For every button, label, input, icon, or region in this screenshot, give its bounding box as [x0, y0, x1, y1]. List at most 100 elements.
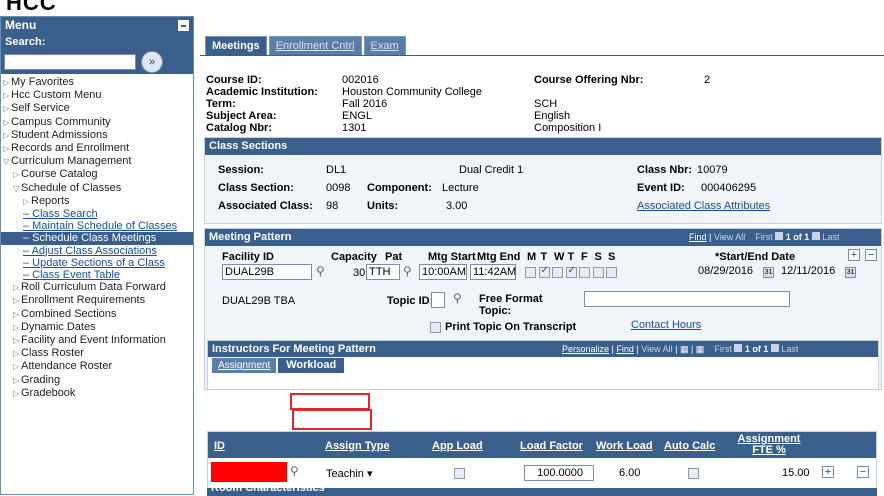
auto-calc-checkbox[interactable]	[688, 468, 699, 479]
institution-value: Houston Community College	[342, 86, 483, 98]
sidebar-item[interactable]: ▷ Enrollment Requirements	[1, 294, 193, 307]
sidebar-menu: Menu Search: » ▷ My Favorites ▷ Hcc Custom …	[0, 16, 194, 495]
sidebar-item[interactable]: ▽ Schedule of Classes	[1, 182, 193, 195]
sidebar-item[interactable]: ▷ Reports	[1, 195, 193, 208]
day-checkbox[interactable]	[592, 267, 604, 278]
sidebar-item[interactable]: – Class Event Table	[1, 269, 193, 281]
sidebar-item[interactable]: – Update Sections of a Class	[1, 257, 193, 269]
start-date-input[interactable]: 08/29/2016	[696, 264, 760, 280]
class-section-label: Class Section:	[218, 182, 294, 194]
day-checkbox[interactable]	[606, 267, 617, 278]
sidebar-item[interactable]: ▷ Records and Enrollment	[1, 142, 193, 155]
instructors-personalize-link[interactable]: Personalize	[562, 344, 609, 354]
sidebar-item[interactable]: ▷ Dynamic Dates	[1, 321, 193, 334]
instructors-find-link[interactable]: Find	[616, 344, 634, 354]
sidebar-item[interactable]: – Schedule Class Meetings	[1, 232, 193, 245]
capacity-label: Capacity	[331, 251, 377, 263]
facility-lookup-icon[interactable]: ⚲	[316, 264, 325, 278]
chevron-down-icon: ▾	[366, 468, 373, 480]
load-factor-input[interactable]: 100.0000	[524, 465, 594, 481]
menu-search-input[interactable]	[4, 54, 136, 70]
minimize-icon[interactable]	[178, 20, 189, 31]
term-label: Term:	[206, 98, 236, 110]
sidebar-item[interactable]: ▷ Facility and Event Information	[1, 334, 193, 347]
pattern-input[interactable]: TTH	[366, 264, 400, 280]
contact-hours-link[interactable]: Contact Hours	[631, 319, 701, 331]
instructors-grid-icon[interactable]: ▦	[696, 344, 705, 354]
col-assign-type[interactable]: Assign Type	[325, 440, 390, 452]
assignment-fte-value: 15.00	[782, 467, 810, 479]
meeting-find-link[interactable]: Find	[689, 232, 707, 242]
delete-instructor-icon[interactable]: −	[857, 466, 869, 478]
assign-type-select[interactable]: Teachin ▾	[326, 467, 373, 480]
col-load-factor[interactable]: Load Factor	[520, 440, 583, 452]
pattern-lookup-icon[interactable]: ⚲	[403, 264, 412, 278]
instructor-lookup-icon[interactable]: ⚲	[290, 464, 299, 478]
menu-title: Menu	[5, 18, 37, 32]
subject-label: Subject Area:	[206, 110, 277, 122]
units-value: 3.00	[446, 200, 468, 212]
instructors-view-all-link[interactable]: View All	[641, 344, 672, 354]
col-id[interactable]: ID	[214, 440, 225, 452]
mtg-end-input[interactable]: 11:42AM	[470, 264, 516, 280]
meeting-next-icon[interactable]	[811, 232, 820, 240]
col-work-load[interactable]: Work Load	[596, 440, 653, 452]
col-app-load[interactable]: App Load	[432, 440, 483, 452]
subject-value: ENGL	[342, 110, 372, 122]
sidebar-item[interactable]: ▷ Attendance Roster	[1, 360, 193, 373]
facility-description: DUAL29B TBA	[222, 295, 296, 307]
topic-id-input[interactable]	[431, 292, 445, 308]
facility-id-input[interactable]: DUAL29B	[222, 264, 312, 280]
day-checkbox[interactable]	[552, 267, 563, 278]
end-date-input[interactable]: 12/11/2016	[779, 264, 841, 280]
sidebar-item[interactable]: ▷ Self Service	[1, 102, 193, 115]
meeting-view-all-link[interactable]: View All	[714, 232, 745, 242]
sidebar-item[interactable]: ▷ Student Admissions	[1, 129, 193, 142]
free-format-topic-input[interactable]	[584, 291, 790, 307]
app-load-checkbox[interactable]	[454, 468, 465, 479]
topic-lookup-icon[interactable]: ⚲	[453, 291, 462, 305]
col-assignment-fte[interactable]: Assignment FTE %	[734, 434, 804, 456]
expanded-arrow-icon: ▽	[13, 183, 20, 193]
day-checkbox[interactable]	[579, 267, 590, 278]
subtab-assignment[interactable]: Assignment	[212, 358, 277, 373]
delete-row-icon[interactable]: −	[865, 249, 877, 261]
collapsed-arrow-icon: ▷	[3, 130, 10, 140]
sidebar-item[interactable]: ▷ Roll Curriculum Data Forward	[1, 281, 193, 294]
sidebar-item[interactable]: ▷ Class Roster	[1, 347, 193, 360]
search-go-icon[interactable]: »	[141, 51, 163, 73]
associated-class-attributes-link[interactable]: Associated Class Attributes	[637, 200, 770, 212]
instructors-download-icon[interactable]: ▦	[680, 344, 689, 354]
day-checkbox[interactable]	[538, 265, 550, 278]
instructors-prev-icon[interactable]	[734, 344, 743, 352]
tab-exam[interactable]: Exam	[363, 36, 406, 56]
sidebar-item[interactable]: – Maintain Schedule of Classes	[1, 220, 193, 232]
add-row-icon[interactable]: +	[848, 249, 860, 261]
sidebar-item[interactable]: ▷ Hcc Custom Menu	[1, 89, 193, 102]
sidebar-item[interactable]: ▷ Campus Community	[1, 116, 193, 129]
day-checkbox[interactable]	[565, 265, 577, 278]
sidebar-item[interactable]: ▷ Grading	[1, 374, 193, 387]
add-instructor-icon[interactable]: +	[822, 466, 834, 478]
sidebar-item[interactable]: ▷ Course Catalog	[1, 168, 193, 181]
end-calendar-icon[interactable]: 31	[845, 267, 856, 278]
start-calendar-icon[interactable]: 31	[763, 267, 774, 278]
col-auto-calc[interactable]: Auto Calc	[664, 440, 715, 452]
sidebar-item[interactable]: – Adjust Class Associations	[1, 245, 193, 257]
tab-meetings[interactable]: Meetings	[205, 36, 267, 56]
instructors-next-icon[interactable]	[770, 344, 779, 352]
mtg-start-input[interactable]: 10:00AM	[419, 264, 467, 280]
subtab-workload[interactable]: Workload	[278, 358, 345, 373]
menu-header: Menu	[1, 17, 193, 34]
print-topic-checkbox[interactable]	[430, 322, 441, 333]
term-code: SCH	[534, 98, 558, 110]
sidebar-item[interactable]: ▷ Combined Sections	[1, 308, 193, 321]
sidebar-item[interactable]: ▷ Gradebook	[1, 387, 193, 400]
sidebar-item-label: Self Service	[11, 102, 70, 115]
tab-enrollment-cntrl[interactable]: Enrollment Cntrl	[268, 36, 362, 56]
day-checkbox[interactable]	[525, 267, 536, 278]
sidebar-item[interactable]: ▷ My Favorites	[1, 76, 193, 89]
sidebar-item[interactable]: – Class Search	[1, 208, 193, 220]
meeting-prev-icon[interactable]	[775, 232, 784, 240]
sidebar-item[interactable]: ▽ Curriculum Management	[1, 155, 193, 168]
